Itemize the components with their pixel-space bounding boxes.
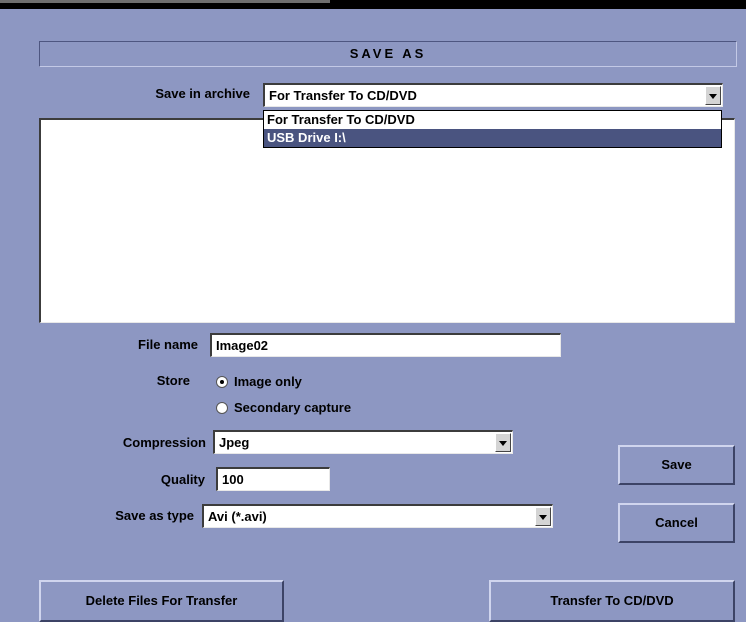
store-image-only-label: Image only <box>234 374 302 389</box>
quality-input[interactable]: 100 <box>216 467 330 491</box>
archive-select[interactable]: For Transfer To CD/DVD <box>263 83 723 107</box>
save-as-type-select[interactable]: Avi (*.avi) <box>202 504 553 528</box>
compression-select-value: Jpeg <box>219 435 250 450</box>
chevron-down-icon[interactable] <box>535 507 551 526</box>
file-list[interactable] <box>39 118 735 323</box>
cancel-button[interactable]: Cancel <box>618 503 735 543</box>
file-name-label: File name <box>138 337 198 352</box>
save-button[interactable]: Save <box>618 445 735 485</box>
window-top-bar-highlight <box>0 0 330 3</box>
archive-option-cd-dvd[interactable]: For Transfer To CD/DVD <box>264 111 721 129</box>
window-top-bar <box>0 0 746 9</box>
store-image-only-radio[interactable] <box>216 376 228 388</box>
archive-label: Save in archive <box>155 86 250 101</box>
store-secondary-capture-label: Secondary capture <box>234 400 352 415</box>
file-name-input[interactable]: Image02 <box>210 333 561 357</box>
quality-label: Quality <box>160 472 205 487</box>
compression-select[interactable]: Jpeg <box>213 430 513 454</box>
archive-option-usb-drive[interactable]: USB Drive I:\ <box>264 129 721 147</box>
chevron-down-icon[interactable] <box>495 433 511 452</box>
archive-dropdown-list[interactable]: For Transfer To CD/DVD USB Drive I:\ <box>263 110 722 148</box>
chevron-down-icon[interactable] <box>705 86 721 105</box>
delete-files-button[interactable]: Delete Files For Transfer <box>39 580 284 622</box>
store-secondary-capture-radio[interactable] <box>216 402 228 414</box>
compression-label: Compression <box>122 435 206 450</box>
save-as-type-select-value: Avi (*.avi) <box>208 509 267 524</box>
save-as-type-label: Save as type <box>115 508 194 523</box>
transfer-button[interactable]: Transfer To CD/DVD <box>489 580 735 622</box>
store-label: Store <box>156 373 190 388</box>
archive-select-value: For Transfer To CD/DVD <box>269 88 417 103</box>
dialog-title: SAVE AS <box>39 41 737 67</box>
